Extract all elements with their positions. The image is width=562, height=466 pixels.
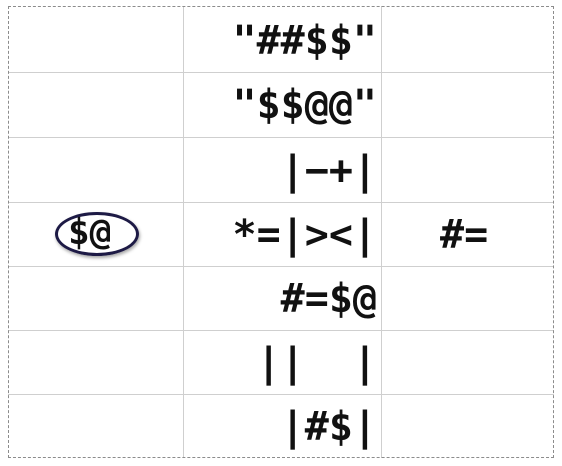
row-divider-4 [8, 266, 554, 267]
row-divider-1 [8, 72, 554, 73]
cell-row4-right[interactable]: #= [440, 215, 488, 255]
row-divider-2 [8, 137, 554, 138]
cell-row1-middle[interactable]: "##$$" [233, 21, 378, 61]
cell-row4-left[interactable]: $@ [68, 212, 111, 253]
cell-row6-middle[interactable]: || | [257, 343, 377, 383]
cell-row7-middle[interactable]: |#$| [281, 407, 377, 447]
cell-row5-middle[interactable]: #=$@ [281, 279, 377, 319]
column-divider-2 [381, 6, 382, 458]
row-divider-5 [8, 330, 554, 331]
row-divider-6 [8, 394, 554, 395]
cell-row4-middle[interactable]: *=|><| [233, 215, 378, 255]
column-divider-1 [183, 6, 184, 458]
row-divider-3 [8, 202, 554, 203]
cell-row3-middle[interactable]: |−+| [281, 151, 377, 191]
cell-row2-middle[interactable]: "$$@@" [233, 85, 378, 125]
spreadsheet-grid: "##$$" "$$@@" |−+| *=|><| #=$@ || | |#$|… [0, 0, 562, 466]
